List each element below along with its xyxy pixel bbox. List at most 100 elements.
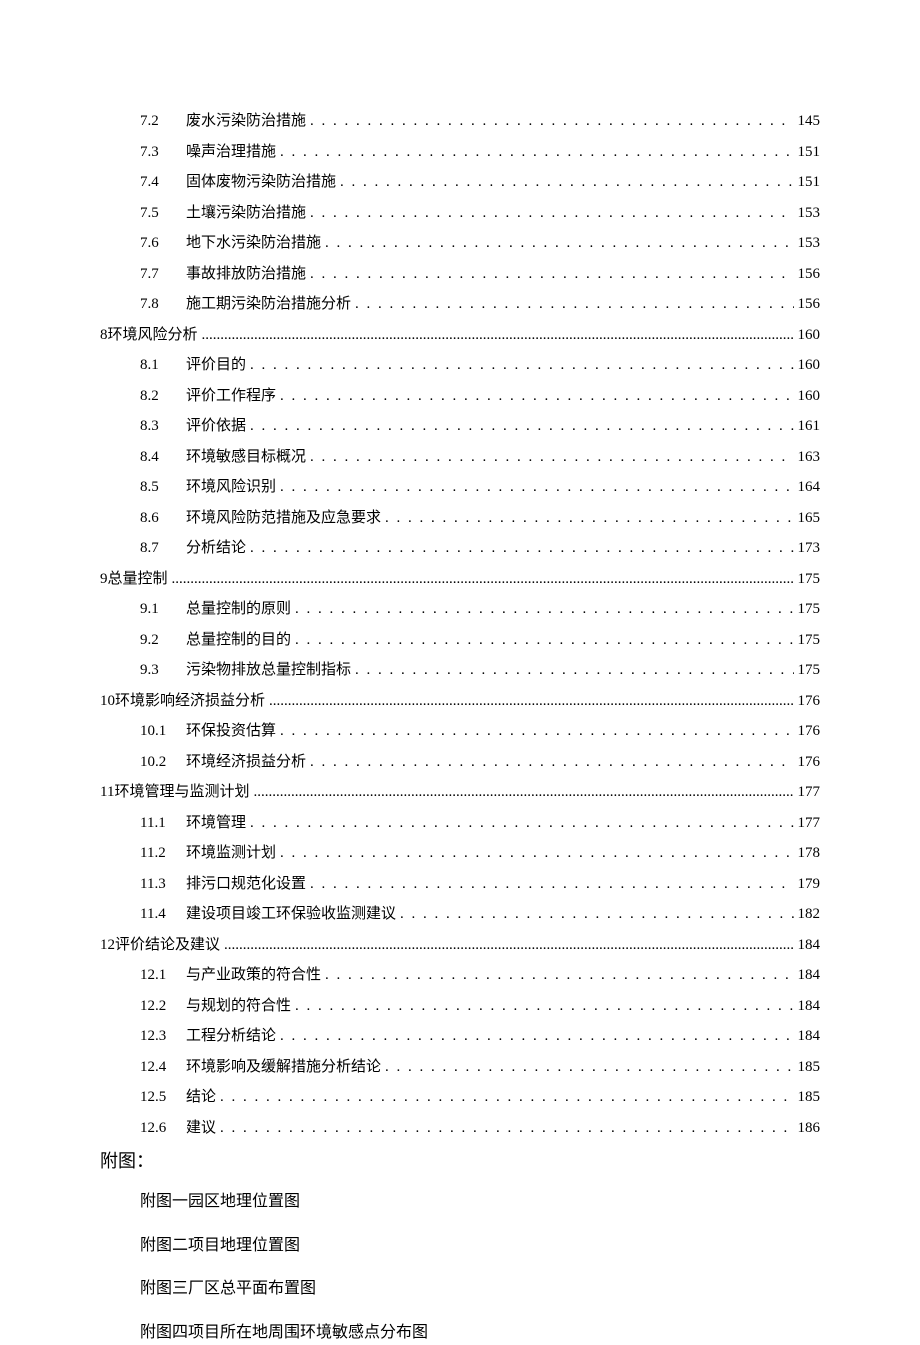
toc-title: 地下水污染防治措施 — [176, 232, 325, 255]
toc-page-number: 184 — [794, 934, 821, 957]
toc-page-number: 163 — [794, 446, 821, 469]
toc-title: 废水污染防治措施 — [176, 110, 310, 133]
toc-title: 建议 — [176, 1117, 220, 1140]
toc-number: 8.4 — [140, 446, 176, 469]
toc-page-number: 178 — [794, 842, 821, 865]
toc-entry: 8.3评价依据161 — [100, 415, 820, 438]
appendix-item: 附图二项目地理位置图 — [100, 1233, 820, 1259]
toc-leader — [250, 812, 793, 835]
toc-page-number: 176 — [794, 720, 821, 743]
toc-number: 8.6 — [140, 507, 176, 530]
toc-entry: 12.4环境影响及缓解措施分析结论185 — [100, 1056, 820, 1079]
toc-number: 7.6 — [140, 232, 176, 255]
toc-page-number: 156 — [794, 293, 821, 316]
toc-page-number: 160 — [794, 385, 821, 408]
appendix-item: 附图三厂区总平面布置图 — [100, 1276, 820, 1302]
toc-number: 7.4 — [140, 171, 176, 194]
toc-leader — [295, 995, 793, 1018]
toc-title: 评价目的 — [176, 354, 250, 377]
toc-entry: 12.3工程分析结论184 — [100, 1025, 820, 1048]
toc-title: 总量控制的原则 — [176, 598, 295, 621]
toc-entry: 8.4环境敏感目标概况 163 — [100, 446, 820, 469]
toc-number: 11.1 — [140, 812, 176, 835]
toc-leader — [310, 110, 793, 133]
toc-entry: 9.1总量控制的原则 175 — [100, 598, 820, 621]
toc-leader — [295, 598, 793, 621]
toc-entry: 7.8施工期污染防治措施分析 156 — [100, 293, 820, 316]
toc-leader — [269, 690, 793, 713]
toc-page-number: 184 — [794, 964, 821, 987]
toc-number: 12.5 — [140, 1086, 176, 1109]
toc-number: 8.1 — [140, 354, 176, 377]
toc-title: 噪声治理措施 — [176, 141, 280, 164]
toc-page-number: 165 — [794, 507, 821, 530]
toc-title: 评价结论及建议 — [115, 934, 224, 957]
toc-number: 12.6 — [140, 1117, 176, 1140]
toc-title: 总量控制的目的 — [176, 629, 295, 652]
toc-page-number: 175 — [794, 598, 821, 621]
toc-page-number: 176 — [794, 690, 821, 713]
toc-number: 12.2 — [140, 995, 176, 1018]
toc-number: 7.3 — [140, 141, 176, 164]
toc-title: 环境监测计划 — [176, 842, 280, 865]
toc-number: 11.2 — [140, 842, 176, 865]
toc-leader — [224, 934, 793, 957]
toc-page-number: 175 — [794, 629, 821, 652]
toc-entry: 8.7分析结论173 — [100, 537, 820, 560]
toc-entry: 9.3污染物排放总量控制指标175 — [100, 659, 820, 682]
toc-entry: 10.1环保投资估算 176 — [100, 720, 820, 743]
toc-page-number: 160 — [794, 354, 821, 377]
toc-leader — [280, 476, 793, 499]
toc-number: 11.3 — [140, 873, 176, 896]
toc-title: 工程分析结论 — [176, 1025, 280, 1048]
toc-leader — [253, 781, 793, 804]
toc-page-number: 182 — [794, 903, 821, 926]
toc-leader — [220, 1117, 793, 1140]
toc-number: 7.8 — [140, 293, 176, 316]
toc-number: 8.7 — [140, 537, 176, 560]
toc-number: 10.1 — [140, 720, 176, 743]
toc-number: 12.3 — [140, 1025, 176, 1048]
toc-leader — [280, 385, 793, 408]
toc-title: 环保投资估算 — [176, 720, 280, 743]
toc-page-number: 153 — [794, 202, 821, 225]
toc-title: 环境敏感目标概况 — [176, 446, 310, 469]
toc-number: 9.3 — [140, 659, 176, 682]
toc-leader — [250, 415, 793, 438]
toc-page-number: 177 — [794, 812, 821, 835]
toc-entry: 12.2与规划的符合性184 — [100, 995, 820, 1018]
toc-page-number: 179 — [794, 873, 821, 896]
toc-entry: 12.1与产业政策的符合性184 — [100, 964, 820, 987]
toc-title: 与规划的符合性 — [176, 995, 295, 1018]
toc-entry: 9.2总量控制的目的175 — [100, 629, 820, 652]
toc-entry: 7.3噪声治理措施151 — [100, 141, 820, 164]
appendix-item: 附图一园区地理位置图 — [100, 1189, 820, 1215]
toc-title: 环境风险识别 — [176, 476, 280, 499]
toc-title: 环境风险分析 — [108, 324, 202, 347]
toc-number: 8 — [100, 324, 108, 347]
toc-title: 评价工作程序 — [176, 385, 280, 408]
toc-leader — [280, 720, 793, 743]
toc-leader — [202, 324, 794, 347]
toc-number: 8.2 — [140, 385, 176, 408]
toc-entry: 9 总量控制175 — [100, 568, 820, 591]
toc-title: 固体废物污染防治措施 — [176, 171, 340, 194]
toc-entry: 10.2环境经济损益分析176 — [100, 751, 820, 774]
toc-title: 环境风险防范措施及应急要求 — [176, 507, 385, 530]
toc-title: 环境经济损益分析 — [176, 751, 310, 774]
toc-number: 9.1 — [140, 598, 176, 621]
toc-leader — [385, 507, 793, 530]
toc-number: 10 — [100, 690, 115, 713]
table-of-contents: 7.2废水污染防治措施1457.3噪声治理措施1517.4固体废物污染防治措施1… — [100, 110, 820, 1139]
toc-title: 与产业政策的符合性 — [176, 964, 325, 987]
toc-title: 污染物排放总量控制指标 — [176, 659, 355, 682]
toc-title: 排污口规范化设置 — [176, 873, 310, 896]
toc-page-number: 177 — [794, 781, 821, 804]
toc-entry: 10 环境影响经济损益分析 176 — [100, 690, 820, 713]
toc-title: 环境影响经济损益分析 — [115, 690, 269, 713]
toc-entry: 7.6地下水污染防治措施153 — [100, 232, 820, 255]
toc-number: 9 — [100, 568, 108, 591]
toc-entry: 12 评价结论及建议184 — [100, 934, 820, 957]
toc-title: 施工期污染防治措施分析 — [176, 293, 355, 316]
toc-title: 环境管理 — [176, 812, 250, 835]
